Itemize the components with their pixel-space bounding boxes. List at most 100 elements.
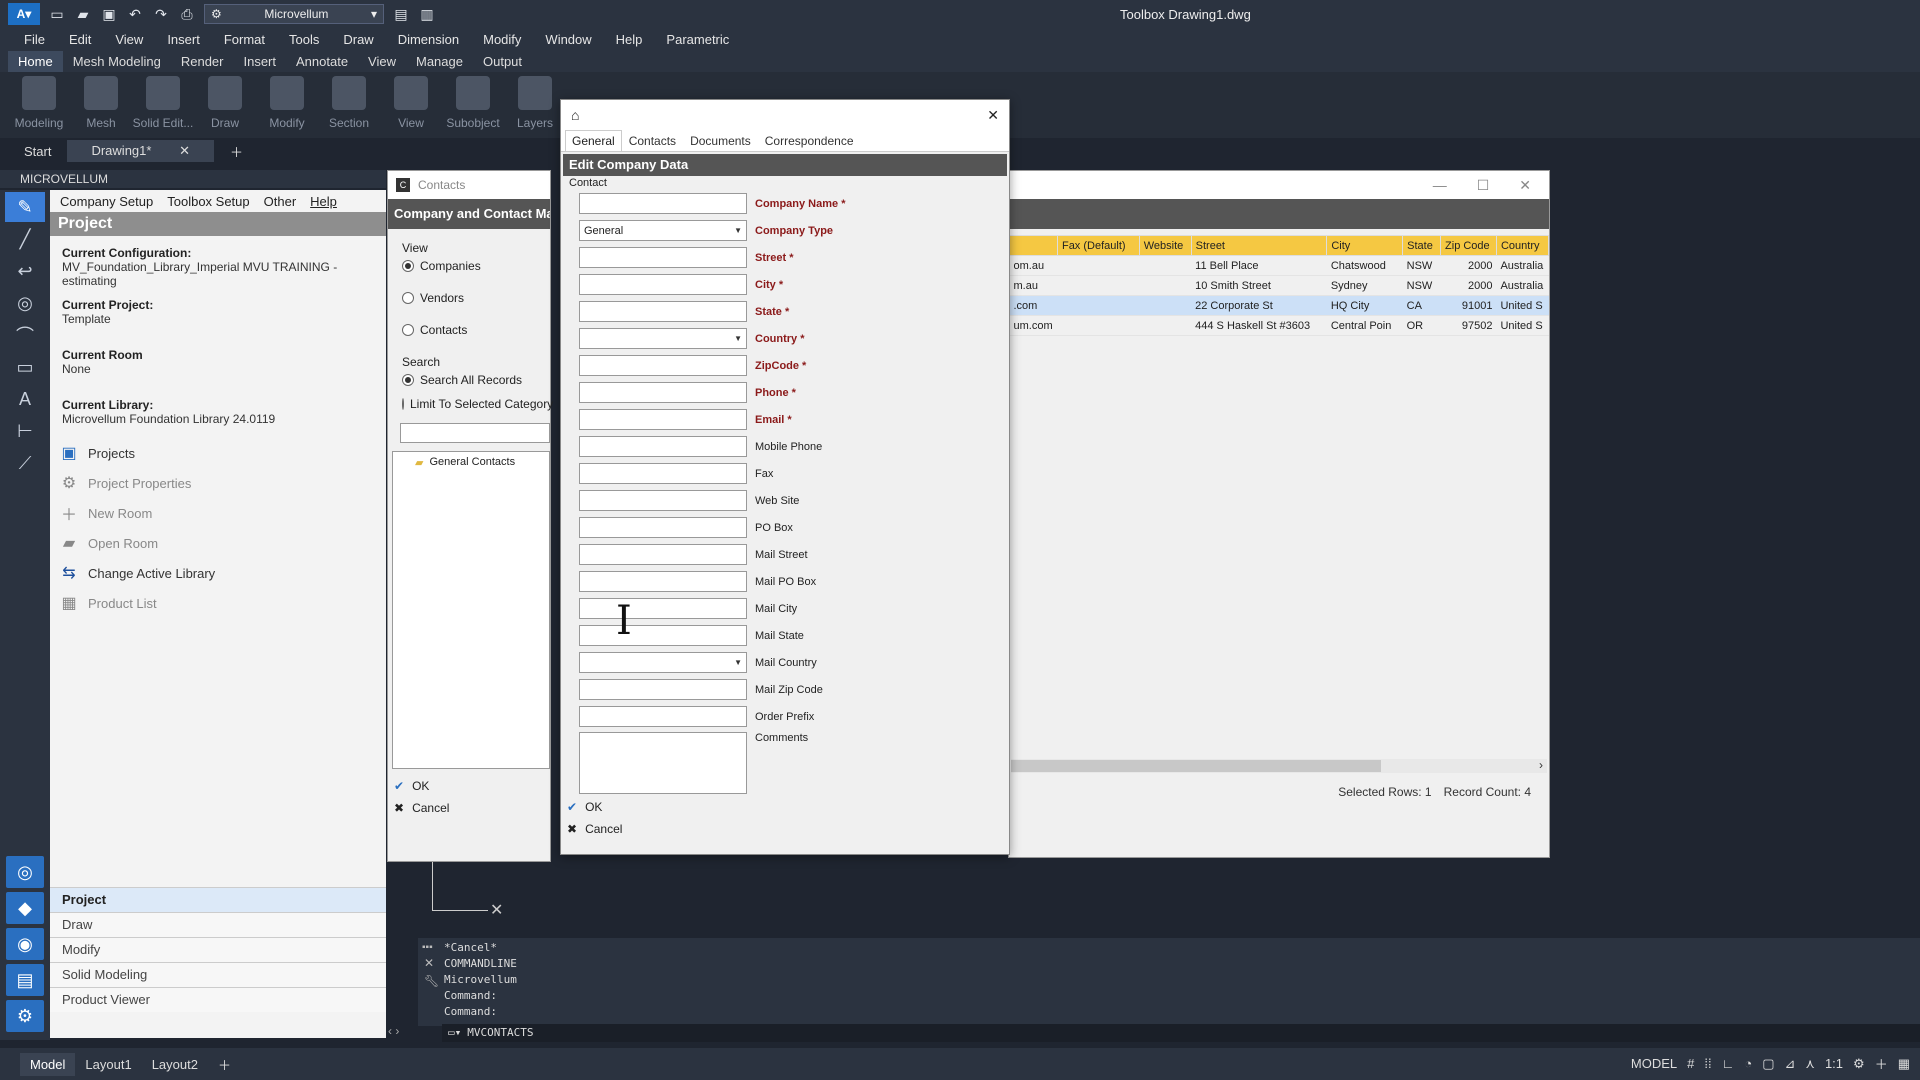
annotation-icon[interactable]: ⋏ (1805, 1056, 1815, 1072)
contacts-cancel-button[interactable]: ✖ Cancel (388, 797, 550, 819)
scrollbar-thumb[interactable] (1011, 760, 1381, 772)
tab-drawing1[interactable]: Drawing1* ✕ (67, 140, 214, 162)
tab-mesh-modeling[interactable]: Mesh Modeling (63, 51, 171, 72)
open-folder-icon[interactable]: ▰ (74, 5, 92, 23)
osnap-icon[interactable]: ▢ (1762, 1056, 1774, 1072)
mv-menu-toolbox-setup[interactable]: Toolbox Setup (167, 194, 249, 209)
scale-value[interactable]: 1:1 (1825, 1056, 1843, 1071)
column-header-state[interactable]: State (1402, 235, 1442, 256)
menu-dimension[interactable]: Dimension (386, 32, 471, 47)
mv-menu-help[interactable]: Help (310, 194, 337, 209)
scroll-right-icon[interactable]: › (1539, 758, 1543, 772)
tab-view[interactable]: View (358, 51, 406, 72)
ortho-icon[interactable]: ∟ (1722, 1056, 1735, 1071)
ribbon-modify-button[interactable]: Modify (256, 72, 318, 134)
print-icon[interactable]: ⎙ (178, 5, 196, 23)
spiral-icon[interactable]: ◎ (6, 856, 44, 888)
text-field[interactable] (579, 355, 747, 376)
snap-icon[interactable]: ⁞⁞ (1704, 1056, 1711, 1071)
tab-home[interactable]: Home (8, 50, 63, 72)
tab-annotate[interactable]: Annotate (286, 51, 358, 72)
layers-panel-icon[interactable]: ▤ (6, 964, 44, 996)
ribbon-subobject-button[interactable]: Subobject (442, 72, 504, 134)
ribbon-draw-button[interactable]: Draw (194, 72, 256, 134)
otrack-icon[interactable]: ⊿ (1785, 1056, 1796, 1072)
app-menu-button[interactable]: A▾ (8, 3, 40, 25)
column-header-street[interactable]: Street (1190, 235, 1328, 256)
text-field[interactable] (579, 625, 747, 646)
text-field[interactable] (579, 436, 747, 457)
tab-contacts[interactable]: Contacts (622, 130, 683, 151)
dropdown-field[interactable]: General ▼ (579, 220, 747, 241)
home-icon[interactable]: ⌂ (571, 107, 579, 123)
scroll-arrows-icon[interactable]: ‹ › (388, 1024, 399, 1038)
plus-icon[interactable]: ＋ (1875, 1054, 1888, 1073)
circle-icon[interactable]: ◎ (5, 288, 45, 318)
settings-gear-icon[interactable]: ⚙ (1853, 1056, 1865, 1072)
model-space-toggle[interactable]: MODEL (1631, 1056, 1677, 1071)
column-header-website[interactable]: Website (1138, 235, 1192, 256)
table-row[interactable]: m.au 10 Smith Street Sydney NSW 2000 Aus… (1009, 275, 1549, 296)
ribbon-mesh-button[interactable]: Mesh (70, 72, 132, 134)
text-field[interactable] (579, 706, 747, 727)
mv-tab-product-viewer[interactable]: Product Viewer (50, 987, 386, 1012)
project-properties-link[interactable]: ⚙ Project Properties (50, 468, 386, 498)
tab-output[interactable]: Output (473, 51, 532, 72)
ribbon-section-button[interactable]: Section (318, 72, 380, 134)
tab-documents[interactable]: Documents (683, 130, 758, 151)
mv-tab-solid-modeling[interactable]: Solid Modeling (50, 962, 386, 987)
ribbon-modeling-button[interactable]: Modeling (8, 72, 70, 134)
tab-general[interactable]: General (565, 130, 622, 151)
column-header-city[interactable]: City (1326, 235, 1404, 256)
mv-menu-other[interactable]: Other (264, 194, 297, 209)
column-header-country[interactable]: Country (1495, 235, 1550, 256)
mv-tab-project[interactable]: Project (50, 887, 386, 912)
grid-icon[interactable]: # (1687, 1056, 1694, 1071)
view-contacts-radio[interactable]: Contacts (388, 319, 550, 341)
text-field[interactable] (579, 517, 747, 538)
dropdown-field[interactable]: ▼ (579, 328, 747, 349)
change-active-library-link[interactable]: ⇆ Change Active Library (50, 558, 386, 588)
menu-file[interactable]: File (12, 32, 57, 47)
tab-start[interactable]: Start (12, 141, 63, 162)
save-icon[interactable]: ▣ (100, 5, 118, 23)
mv-tab-draw[interactable]: Draw (50, 912, 386, 937)
view-vendors-radio[interactable]: Vendors (388, 287, 550, 309)
measure-icon[interactable]: ⟋ (5, 448, 45, 478)
close-icon[interactable]: ✕ (424, 956, 434, 970)
text-field[interactable] (579, 301, 747, 322)
dimension-icon[interactable]: ⊢ (5, 416, 45, 446)
table-row[interactable]: om.au 11 Bell Place Chatswood NSW 2000 A… (1009, 255, 1549, 276)
tab-insert[interactable]: Insert (233, 51, 286, 72)
new-tab-plus-icon[interactable]: ＋ (218, 139, 255, 164)
ribbon-view-button[interactable]: View (380, 72, 442, 134)
text-field[interactable] (579, 193, 747, 214)
command-input[interactable]: ▭▾ MVCONTACTS (442, 1024, 1920, 1042)
layout-tab-model[interactable]: Model (20, 1052, 76, 1076)
comments-field[interactable] (579, 732, 747, 794)
product-list-link[interactable]: ▦ Product List (50, 588, 386, 618)
column-header-email[interactable] (1009, 235, 1058, 256)
polar-icon[interactable]: ◔ (1744, 1056, 1752, 1071)
wrench-icon[interactable]: 🔧︎ (424, 974, 439, 988)
workspace-select[interactable]: ⚙ Microvellum ▾ (204, 4, 384, 24)
tree-item-general-contacts[interactable]: General Contacts (429, 456, 515, 468)
menu-insert[interactable]: Insert (155, 32, 212, 47)
search-input[interactable] (400, 423, 550, 443)
new-file-icon[interactable]: ▭ (48, 5, 66, 23)
new-room-link[interactable]: ＋ New Room (50, 498, 386, 528)
dropdown-field[interactable]: ▼ (579, 652, 747, 673)
horizontal-scrollbar[interactable]: › (1011, 758, 1547, 773)
mv-menu-company-setup[interactable]: Company Setup (60, 194, 153, 209)
camera-icon[interactable]: ◉ (6, 928, 44, 960)
menu-view[interactable]: View (103, 32, 155, 47)
add-layout-icon[interactable]: ＋ (208, 1051, 241, 1078)
ribbon-solid-edit-button[interactable]: Solid Edit... (132, 72, 194, 134)
projects-link[interactable]: ▣ Projects (50, 438, 386, 468)
column-header-fax[interactable]: Fax (Default) (1056, 235, 1140, 256)
layout-tab-layout1[interactable]: Layout1 (75, 1053, 141, 1076)
plot-icon[interactable]: ▥ (418, 5, 436, 23)
workspace-icon[interactable]: ▦ (1898, 1056, 1910, 1072)
text-field[interactable] (579, 382, 747, 403)
close-icon[interactable]: ✕ (987, 107, 999, 124)
